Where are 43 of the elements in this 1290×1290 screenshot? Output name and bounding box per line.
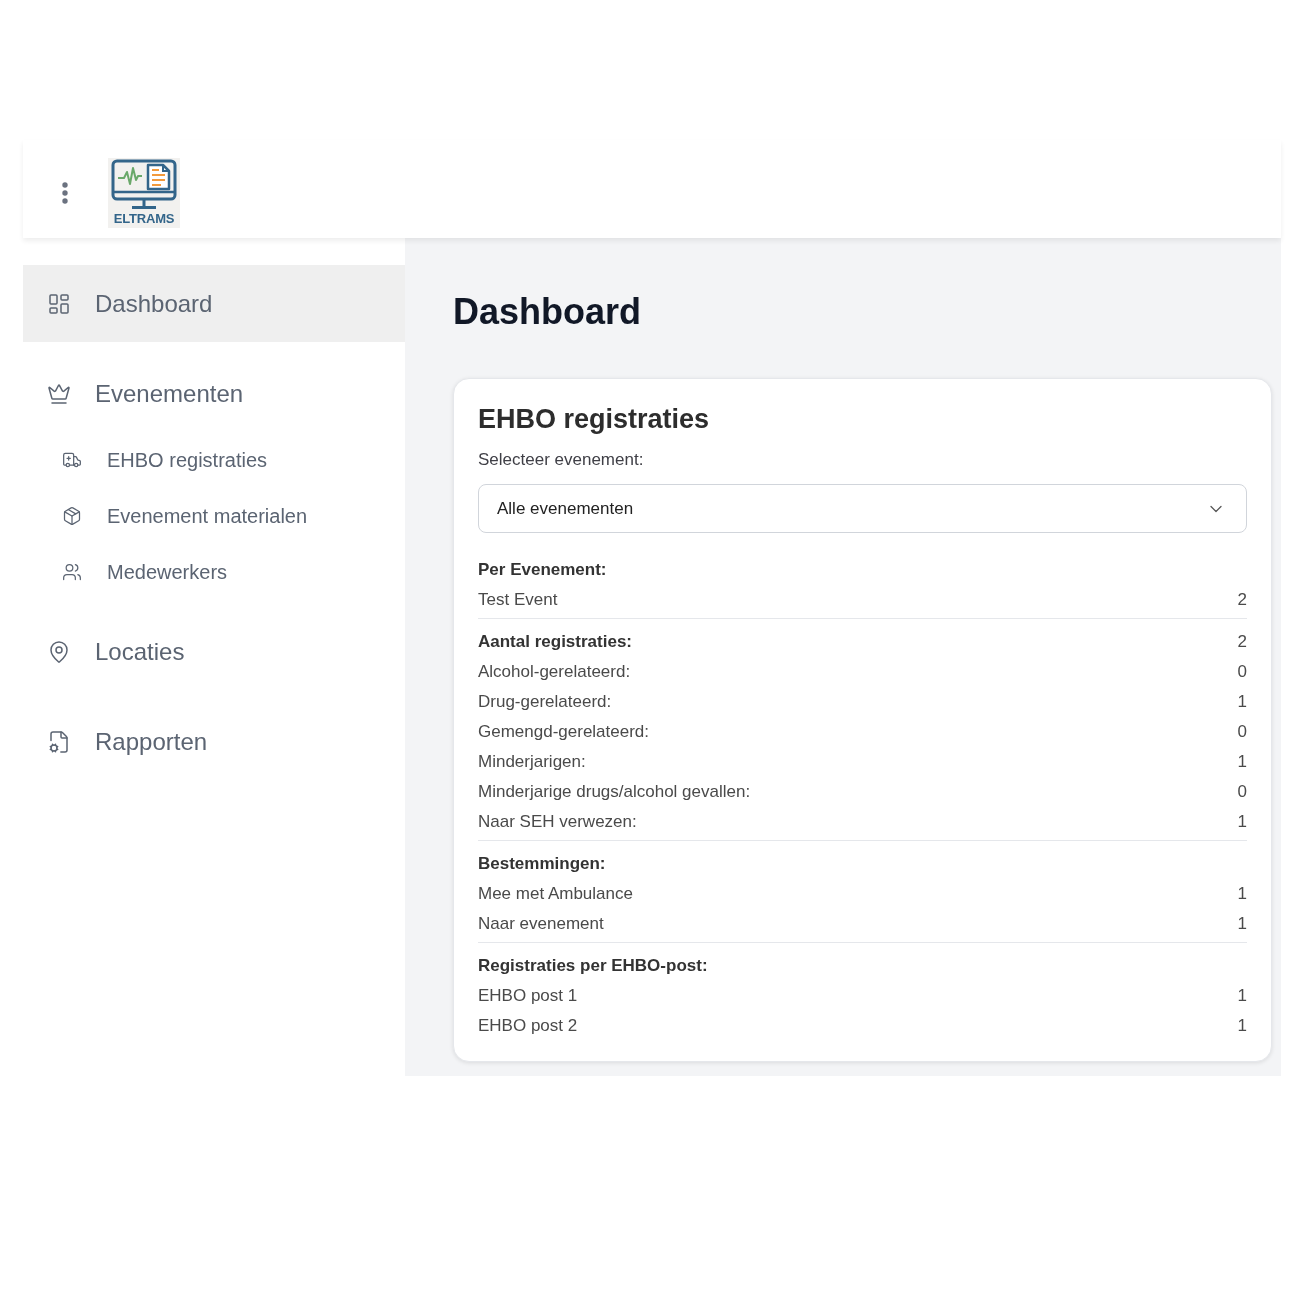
stat-value: 1 — [1237, 751, 1247, 774]
box-icon — [62, 506, 82, 526]
stat-label: Test Event — [478, 589, 558, 612]
more-menu-button[interactable] — [62, 182, 68, 204]
stat-value: 0 — [1237, 781, 1247, 804]
monitor-chart-icon — [111, 159, 177, 211]
ambulance-icon — [62, 450, 82, 470]
section-heading: Bestemmingen: — [478, 853, 606, 876]
stat-label: EHBO post 2 — [478, 1015, 578, 1038]
document-gear-icon — [47, 729, 71, 754]
stat-label: Alcohol-gerelateerd: — [478, 661, 631, 684]
map-pin-icon — [47, 639, 71, 664]
section-heading: Registraties per EHBO-post: — [478, 955, 708, 978]
stat-label: Naar SEH verwezen: — [478, 811, 637, 834]
logo-text: ELTRAMS — [113, 211, 175, 226]
stat-value: 1 — [1237, 913, 1247, 936]
stat-value: 0 — [1237, 721, 1247, 744]
stat-value: 2 — [1237, 631, 1247, 654]
sidebar-item[interactable]: Dashboard — [23, 265, 405, 342]
page-title: Dashboard — [453, 292, 642, 332]
section-heading: Aantal registraties: — [478, 631, 632, 654]
select-label: Selecteer evenement: — [478, 449, 644, 471]
stat-value: 1 — [1237, 691, 1247, 714]
kebab-menu-icon — [62, 182, 68, 204]
stat-value: 1 — [1237, 1015, 1247, 1038]
stat-value: 1 — [1237, 883, 1247, 906]
stat-label: Gemengd-gerelateerd: — [478, 721, 650, 744]
stat-label: Naar evenement — [478, 913, 604, 936]
event-select[interactable]: Alle evenementen — [478, 484, 1247, 533]
stat-value: 1 — [1237, 985, 1247, 1008]
card-title: EHBO registraties — [478, 403, 710, 435]
stat-label: Minderjarige drugs/alcohol gevallen: — [478, 781, 751, 804]
stat-label: Drug-gerelateerd: — [478, 691, 612, 714]
stat-value: 1 — [1237, 811, 1247, 834]
dashboard-grid-icon — [47, 291, 71, 316]
section-heading: Per Evenement: — [478, 559, 607, 582]
stat-label: Mee met Ambulance — [478, 883, 633, 906]
stat-label: EHBO post 1 — [478, 985, 578, 1008]
stat-label: Minderjarigen: — [478, 751, 586, 774]
crown-icon — [47, 381, 71, 406]
stat-value: 2 — [1237, 589, 1247, 612]
stat-value: 0 — [1237, 661, 1247, 684]
users-icon — [62, 562, 82, 582]
